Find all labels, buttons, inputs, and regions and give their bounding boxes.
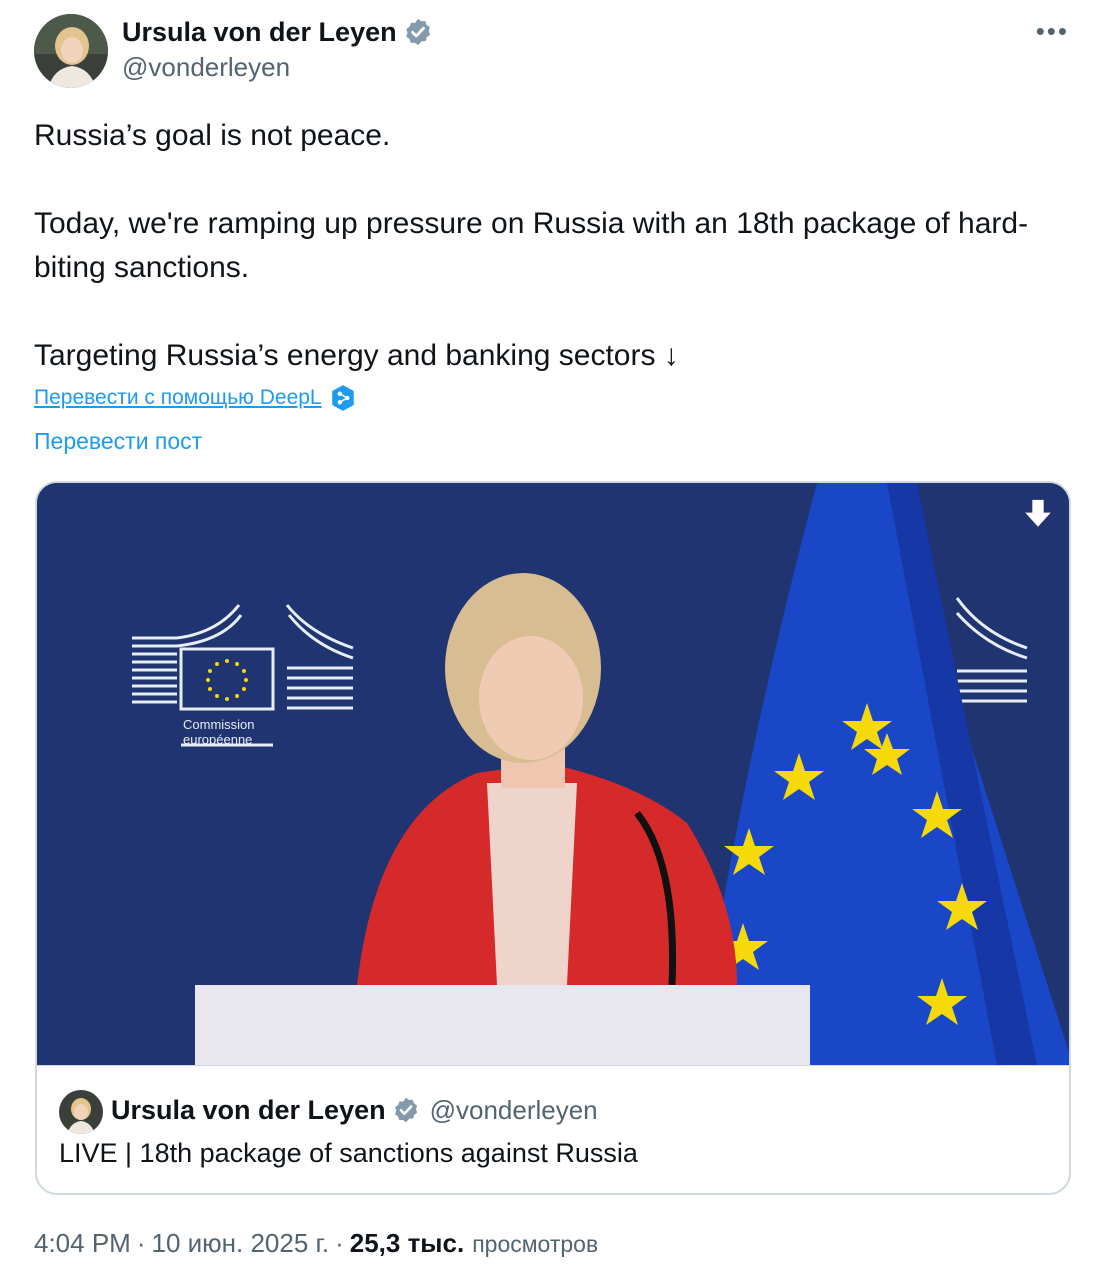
card-author-name: Ursula von der Leyen (111, 1094, 386, 1125)
author-handle[interactable]: @vonderleyen (122, 52, 433, 83)
card-author-row: Ursula von der Leyen @vonderleyen (111, 1092, 598, 1128)
views-label: просмотров (472, 1231, 599, 1257)
video-frame: Commission européenne (37, 483, 1069, 1065)
verified-badge-icon (405, 18, 430, 46)
card-title: LIVE | 18th package of sanctions against… (59, 1138, 638, 1168)
views-count: 25,3 тыс. (349, 1228, 465, 1258)
card-verified-badge-icon (394, 1097, 417, 1123)
tweet-line-2: Today, we're ramping up pressure on Russ… (34, 207, 1029, 284)
card-footer: Ursula von der Leyen @vonderleyen LIVE |… (37, 1065, 1069, 1193)
podium (195, 985, 810, 1065)
video-card[interactable]: Commission européenne Ursula von der Ley… (35, 481, 1071, 1195)
media-logo-line1: Commission (183, 717, 255, 732)
tweet-line-1: Russia’s goal is not peace. (34, 119, 391, 152)
deepl-translate-label: Перевести с помощью DeepL (34, 386, 322, 409)
tweet-meta: 4:04 PM · 10 июн. 2025 г. · 25,3 тыс. пр… (34, 1228, 598, 1259)
card-author-handle: @vonderleyen (429, 1094, 598, 1125)
meta-separator: · (335, 1228, 344, 1258)
tweet-time[interactable]: 4:04 PM (34, 1228, 131, 1259)
media-logo-line2: européenne (183, 732, 252, 747)
author-avatar[interactable] (34, 14, 108, 88)
avatar-photo (34, 14, 108, 88)
card-avatar-photo (59, 1090, 103, 1134)
tweet-text: Russia’s goal is not peace. Today, we're… (34, 114, 1074, 378)
deepl-logo-icon (331, 385, 354, 411)
download-arrow-icon[interactable] (1021, 497, 1055, 531)
tweet-line-3: Targeting Russia’s energy and banking se… (34, 339, 679, 372)
video-thumbnail[interactable]: Commission européenne (37, 483, 1069, 1065)
more-options-icon[interactable]: ••• (1036, 18, 1069, 44)
deepl-translate-link[interactable]: Перевести с помощью DeepL (34, 384, 356, 412)
author-block: Ursula von der Leyen @vonderleyen (122, 14, 433, 83)
card-author-avatar (59, 1090, 103, 1134)
author-name[interactable]: Ursula von der Leyen (122, 17, 397, 48)
tweet-date[interactable]: 10 июн. 2025 г. (152, 1228, 330, 1259)
translate-post-link[interactable]: Перевести пост (34, 428, 202, 455)
meta-separator: · (136, 1228, 146, 1258)
author-name-row: Ursula von der Leyen (122, 14, 433, 50)
